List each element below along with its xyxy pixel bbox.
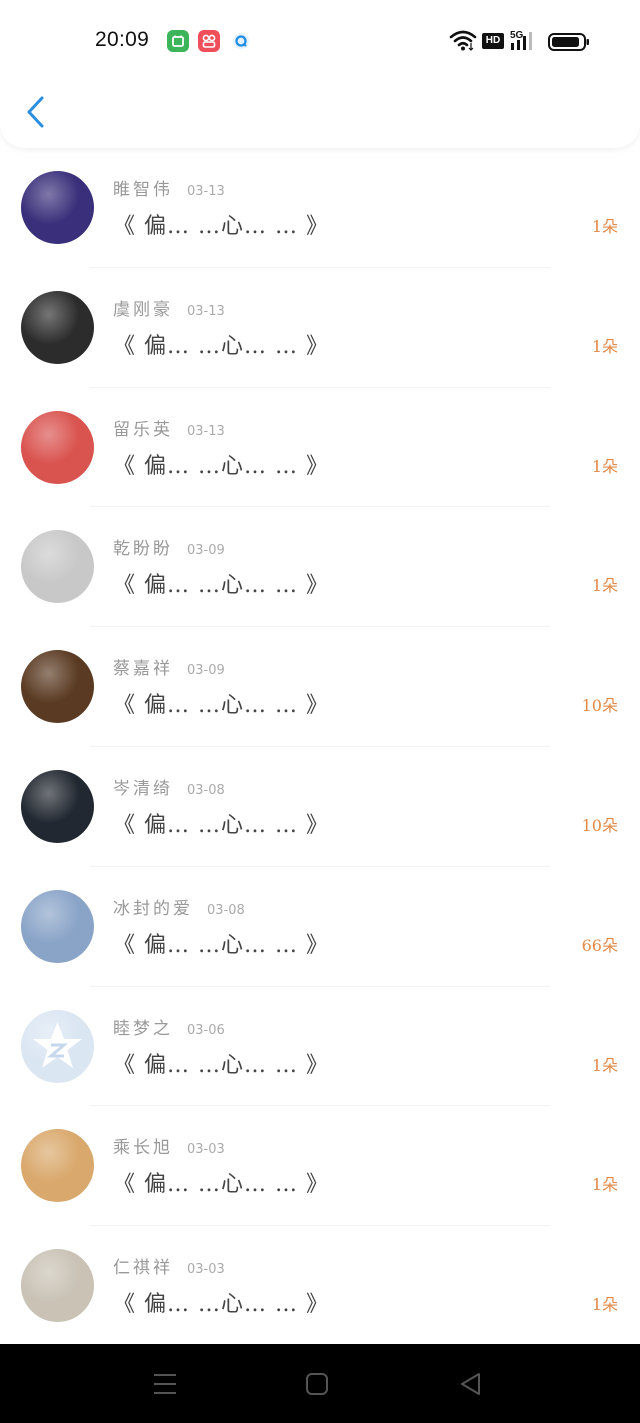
flower-count: 1朵 <box>591 336 618 356</box>
work-title: 《 偏… …心… … 》 <box>113 1052 329 1078</box>
wifi-icon <box>449 30 477 51</box>
send-date: 03-13 <box>187 423 225 439</box>
sender-line: 岑清绮 03-08 <box>113 774 225 799</box>
list-item[interactable]: 虞刚豪 03-13 《 偏… …心… … 》 1朵 <box>0 268 640 388</box>
list-item[interactable]: 睦梦之 03-06 《 偏… …心… … 》 1朵 <box>0 987 640 1107</box>
qq-star-icon <box>33 1021 82 1068</box>
flower-count: 1朵 <box>591 456 618 476</box>
sender-line: 乾盼盼 03-09 <box>113 534 225 559</box>
gift-record-list: 睢智伟 03-13 《 偏… …心… … 》 1朵 虞刚豪 03-13 《 偏… …… <box>0 148 640 1346</box>
list-item[interactable]: 冰封的爱 03-08 《 偏… …心… … 》 66朵 <box>0 867 640 987</box>
flower-count: 1朵 <box>591 576 618 596</box>
sender-line: 乘长旭 03-03 <box>113 1133 225 1158</box>
sender-line: 冰封的爱 03-08 <box>113 894 245 919</box>
work-title: 《 偏… …心… … 》 <box>113 453 329 479</box>
send-date: 03-09 <box>187 543 225 559</box>
signal-5g-icon: 5G <box>510 30 532 50</box>
sender-line: 蔡嘉祥 03-09 <box>113 654 225 679</box>
send-date: 03-03 <box>187 1262 225 1278</box>
system-navigation-bar <box>0 1344 640 1423</box>
sender-line: 虞刚豪 03-13 <box>113 295 225 320</box>
list-item[interactable]: 乘长旭 03-03 《 偏… …心… … 》 1朵 <box>0 1106 640 1227</box>
avatar[interactable] <box>21 650 94 724</box>
list-item[interactable]: 仁祺祥 03-03 《 偏… …心… … 》 1朵 <box>0 1226 640 1346</box>
sender-line: 睦梦之 03-06 <box>113 1014 225 1039</box>
status-bar: 20:09 HD 5G <box>0 22 640 62</box>
send-date: 03-08 <box>187 782 225 798</box>
red-app-icon <box>198 30 220 52</box>
flower-count: 1朵 <box>591 1055 618 1075</box>
flower-count: 1朵 <box>591 1175 618 1195</box>
send-date: 03-13 <box>187 303 225 319</box>
status-time: 20:09 <box>95 28 150 51</box>
flower-count: 1朵 <box>591 217 618 236</box>
work-title: 《 偏… …心… … 》 <box>113 214 329 239</box>
sender-name: 留乐英 <box>113 419 173 440</box>
send-date: 03-13 <box>187 184 225 199</box>
green-app-icon <box>167 30 189 52</box>
home-square-icon[interactable] <box>305 1371 329 1397</box>
list-item[interactable]: 留乐英 03-13 《 偏… …心… … 》 1朵 <box>0 388 640 508</box>
avatar[interactable] <box>21 171 94 244</box>
chevron-left-icon <box>27 96 44 128</box>
flower-count: 1朵 <box>591 1295 618 1315</box>
work-title: 《 偏… …心… … 》 <box>113 573 329 599</box>
flower-count: 10朵 <box>581 815 618 835</box>
sender-name: 岑清绮 <box>113 778 173 799</box>
send-date: 03-03 <box>187 1142 225 1158</box>
menu-icon[interactable] <box>152 1371 178 1397</box>
battery-icon <box>548 33 589 51</box>
list-item[interactable]: 岑清绮 03-08 《 偏… …心… … 》 10朵 <box>0 747 640 867</box>
work-title: 《 偏… …心… … 》 <box>113 1292 329 1318</box>
avatar[interactable] <box>21 1009 94 1083</box>
work-title: 《 偏… …心… … 》 <box>113 333 329 359</box>
avatar[interactable] <box>21 290 94 364</box>
send-date: 03-09 <box>187 663 225 679</box>
avatar[interactable] <box>21 1249 94 1323</box>
list-item[interactable]: 睢智伟 03-13 《 偏… …心… … 》 1朵 <box>0 148 640 268</box>
avatar[interactable] <box>21 410 94 484</box>
back-button[interactable] <box>22 95 52 129</box>
work-title: 《 偏… …心… … 》 <box>113 693 329 719</box>
avatar[interactable] <box>21 1129 94 1203</box>
sender-name: 仁祺祥 <box>113 1258 173 1279</box>
sender-line: 留乐英 03-13 <box>113 415 225 440</box>
sender-line: 睢智伟 03-13 <box>113 175 225 200</box>
sender-name: 虞刚豪 <box>113 299 173 320</box>
sender-name: 乘长旭 <box>113 1138 173 1159</box>
sender-name: 睦梦之 <box>113 1018 173 1039</box>
work-title: 《 偏… …心… … 》 <box>113 1172 329 1198</box>
flower-count: 10朵 <box>581 696 618 716</box>
sender-name: 睢智伟 <box>113 180 173 200</box>
work-title: 《 偏… …心… … 》 <box>113 932 329 958</box>
sender-name: 冰封的爱 <box>113 898 193 919</box>
sender-line: 仁祺祥 03-03 <box>113 1253 225 1278</box>
blue-app-icon <box>230 30 252 52</box>
back-triangle-icon[interactable] <box>458 1371 484 1397</box>
work-title: 《 偏… …心… … 》 <box>113 812 329 838</box>
avatar[interactable] <box>21 769 94 843</box>
list-item[interactable]: 乾盼盼 03-09 《 偏… …心… … 》 1朵 <box>0 507 640 628</box>
top-header: 20:09 HD 5G <box>0 0 640 148</box>
avatar[interactable] <box>21 889 94 963</box>
list-item[interactable]: 蔡嘉祥 03-09 《 偏… …心… … 》 10朵 <box>0 627 640 747</box>
hd-badge: HD <box>482 33 504 49</box>
flower-count: 66朵 <box>581 935 618 955</box>
sender-name: 蔡嘉祥 <box>113 659 173 680</box>
svg-text:5G: 5G <box>510 30 524 41</box>
avatar[interactable] <box>21 530 94 604</box>
send-date: 03-06 <box>187 1022 225 1038</box>
send-date: 03-08 <box>207 902 245 918</box>
sender-name: 乾盼盼 <box>113 539 173 560</box>
